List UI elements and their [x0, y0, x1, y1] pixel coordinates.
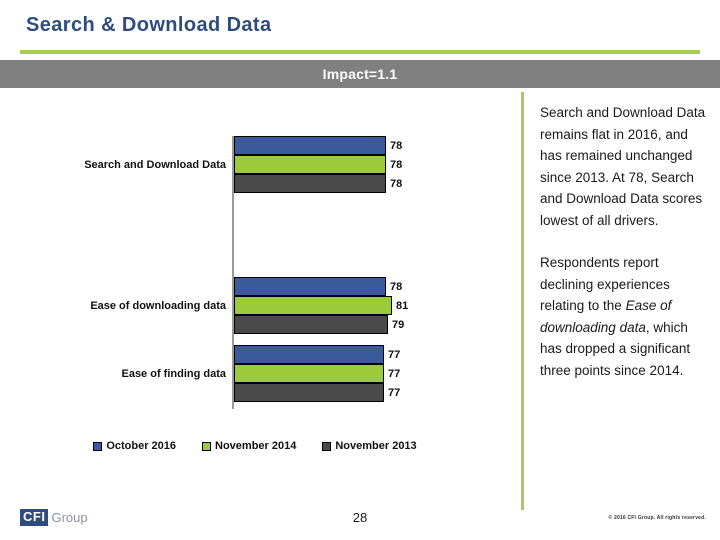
- bar-october-2016[interactable]: [234, 277, 386, 296]
- impact-banner-label: Impact=1.1: [322, 66, 398, 82]
- legend-item-november-2014[interactable]: November 2014: [202, 440, 296, 452]
- bar-row: 77: [234, 383, 424, 402]
- bar-value-label: 78: [390, 139, 403, 152]
- legend-label: November 2014: [215, 440, 297, 452]
- bar-group-search-and-download-data: Search and Download Data 78 78 78: [0, 136, 510, 193]
- bar-row: 78: [234, 277, 426, 296]
- legend-swatch-icon: [202, 441, 212, 451]
- bar-row: 78: [234, 155, 426, 174]
- category-label-2: Ease of finding data: [121, 367, 226, 380]
- bar-value-label: 77: [388, 367, 401, 380]
- bar-october-2016[interactable]: [234, 345, 384, 364]
- bar-row: 78: [234, 136, 426, 155]
- slide-canvas: Search & Download Data Impact=1.1 Search…: [0, 0, 720, 540]
- legend-item-november-2013[interactable]: November 2013: [322, 440, 417, 452]
- bar-november-2013[interactable]: [234, 174, 386, 193]
- impact-banner: Impact=1.1: [0, 60, 720, 88]
- chart-legend: October 2016 November 2014 November 2013: [0, 440, 510, 452]
- copyright-notice: © 2016 CFI Group. All rights reserved.: [608, 515, 706, 521]
- bar-value-label: 77: [388, 348, 401, 361]
- bar-november-2014[interactable]: [234, 296, 392, 315]
- title-underline-rule: [20, 50, 700, 54]
- bar-row: 77: [234, 345, 424, 364]
- commentary-paragraph-1: Search and Download Data remains flat in…: [540, 105, 706, 228]
- bar-november-2013[interactable]: [234, 383, 384, 402]
- legend-swatch-icon: [93, 441, 103, 451]
- legend-label: October 2016: [106, 440, 177, 452]
- legend-item-october-2016[interactable]: October 2016: [93, 440, 176, 452]
- bar-november-2013[interactable]: [234, 315, 388, 334]
- legend-label: November 2013: [335, 440, 417, 452]
- bar-value-label: 79: [392, 318, 405, 331]
- commentary-panel: Search and Download Data remains flat in…: [540, 102, 706, 381]
- bar-november-2014[interactable]: [234, 364, 384, 383]
- commentary-paragraph-2: Respondents report declining experiences…: [540, 252, 706, 381]
- bar-chart: Search and Download Data 78 78 78 Ease o…: [0, 95, 510, 452]
- bar-group-ease-of-downloading-data: Ease of downloading data 78 81 79: [0, 277, 510, 334]
- bar-value-label: 78: [390, 177, 403, 190]
- bar-value-label: 78: [390, 158, 403, 171]
- bar-group-ease-of-finding-data: Ease of finding data 77 77 77: [0, 345, 510, 402]
- bar-november-2014[interactable]: [234, 155, 386, 174]
- category-label-1: Ease of downloading data: [90, 299, 226, 312]
- bar-value-label: 81: [396, 299, 409, 312]
- chart-plot-area: Search and Download Data 78 78 78 Ease o…: [0, 95, 510, 415]
- bar-row: 78: [234, 174, 426, 193]
- panel-divider: [521, 92, 524, 510]
- bar-value-label: 77: [388, 386, 401, 399]
- bar-row: 79: [234, 315, 428, 334]
- bar-row: 77: [234, 364, 424, 383]
- category-label-0: Search and Download Data: [84, 158, 226, 171]
- bar-value-label: 78: [390, 280, 403, 293]
- legend-swatch-icon: [322, 441, 332, 451]
- bar-october-2016[interactable]: [234, 136, 386, 155]
- bar-row: 81: [234, 296, 432, 315]
- page-title: Search & Download Data: [26, 14, 272, 36]
